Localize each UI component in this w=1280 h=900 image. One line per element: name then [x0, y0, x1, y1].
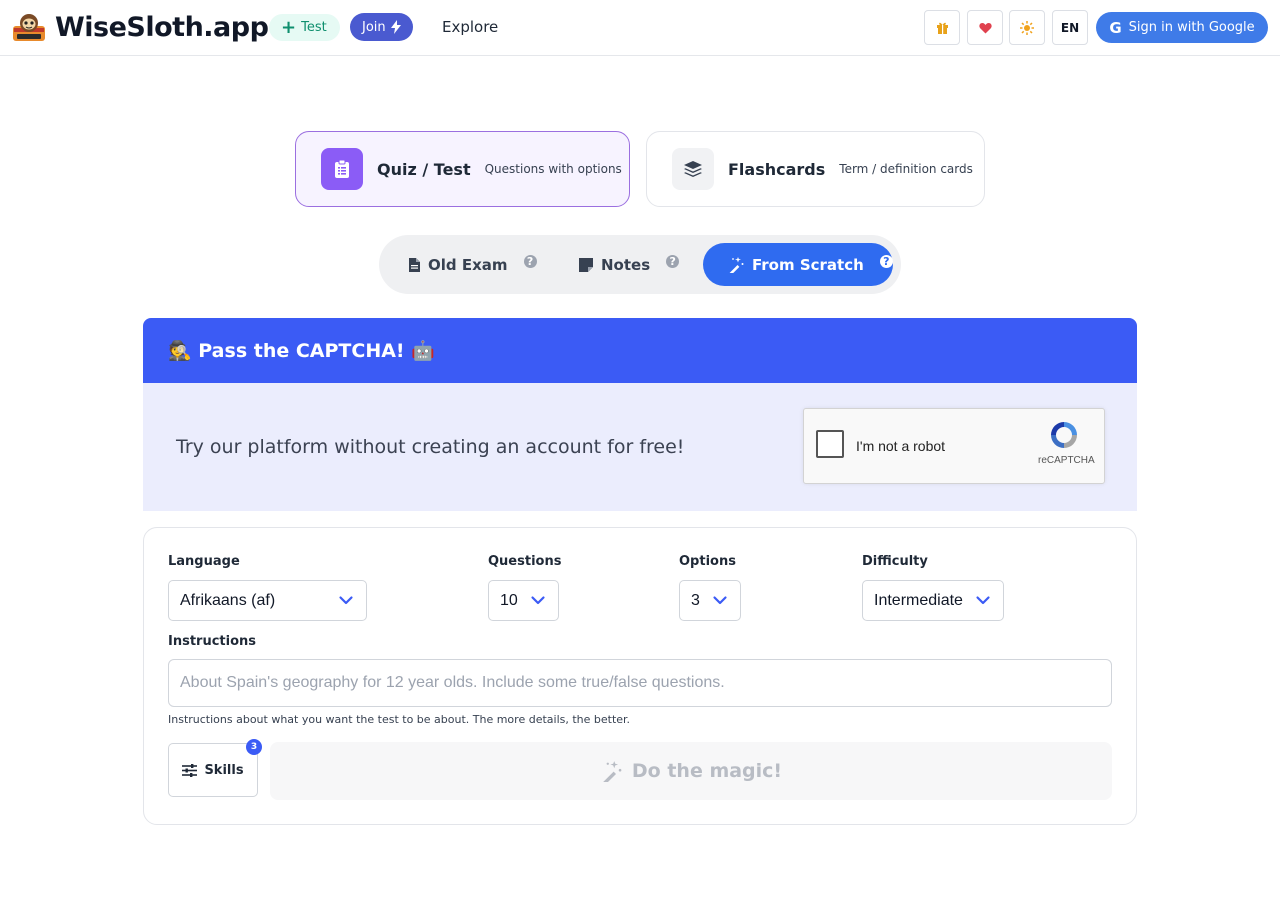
options-select[interactable]: 3	[679, 580, 741, 621]
tab-label: Notes	[601, 255, 651, 274]
captcha-heading: 🕵️ Pass the CAPTCHA! 🤖	[143, 318, 1137, 383]
help-icon[interactable]: ?	[523, 255, 537, 268]
google-signin-label: Sign in with Google	[1128, 20, 1255, 35]
questions-label: Questions	[488, 554, 562, 569]
clipboard-icon	[321, 148, 363, 190]
source-tabs: Old Exam ? Notes ? From Scratch ?	[379, 235, 901, 294]
type-card-flashcards[interactable]: Flashcards Term / definition cards	[646, 131, 985, 207]
brand-name[interactable]: WiseSloth.app	[55, 12, 269, 43]
favorites-button[interactable]	[967, 10, 1003, 45]
new-test-button[interactable]: + Test	[269, 14, 340, 41]
difficulty-label: Difficulty	[862, 554, 928, 569]
questions-value: 10	[500, 591, 518, 609]
chevron-down-icon	[339, 596, 353, 605]
gift-button[interactable]	[924, 10, 960, 45]
instructions-help: Instructions about what you want the tes…	[168, 713, 631, 726]
questions-select[interactable]: 10	[488, 580, 559, 621]
join-button[interactable]: Join	[350, 13, 413, 41]
recaptcha-label: I'm not a robot	[856, 438, 946, 454]
google-signin-button[interactable]: G Sign in with Google	[1096, 12, 1268, 43]
difficulty-value: Intermediate	[874, 591, 963, 609]
chevron-down-icon	[976, 596, 990, 605]
recaptcha-widget: I'm not a robot reCAPTCHA	[803, 408, 1105, 484]
tab-label: From Scratch	[752, 255, 864, 274]
card-title: Flashcards	[728, 159, 826, 179]
sun-icon	[1020, 20, 1034, 35]
recaptcha-checkbox[interactable]	[816, 430, 844, 458]
navbar: WiseSloth.app + Test Join Explore EN G S…	[0, 0, 1280, 56]
recaptcha-brand: reCAPTCHA	[1038, 455, 1095, 466]
explore-link[interactable]: Explore	[442, 18, 498, 36]
skills-label: Skills	[204, 762, 244, 778]
language-label: Language	[168, 554, 240, 569]
card-subtitle: Term / definition cards	[839, 162, 973, 176]
tab-label: Old Exam	[428, 255, 508, 274]
card-subtitle: Questions with options	[484, 162, 622, 176]
tab-notes[interactable]: Notes ?	[555, 243, 685, 286]
join-label: Join	[362, 19, 386, 35]
chevron-down-icon	[713, 596, 727, 605]
type-card-quiz[interactable]: Quiz / Test Questions with options	[295, 131, 630, 207]
generator-form: Language Afrikaans (af) Questions 10 Opt…	[143, 527, 1137, 825]
heart-icon	[978, 22, 992, 33]
magic-wand-icon	[602, 760, 622, 782]
recaptcha-logo-icon	[1051, 422, 1077, 448]
layers-icon	[672, 148, 714, 190]
language-value: Afrikaans (af)	[180, 591, 276, 609]
language-select[interactable]: Afrikaans (af)	[168, 580, 367, 621]
options-value: 3	[691, 591, 700, 609]
magic-wand-icon	[729, 256, 744, 273]
options-label: Options	[679, 554, 736, 569]
instructions-label: Instructions	[168, 634, 257, 649]
note-icon	[579, 257, 593, 272]
file-icon	[409, 257, 420, 272]
difficulty-select[interactable]: Intermediate	[862, 580, 1004, 621]
sliders-icon	[182, 763, 198, 777]
tab-old-exam[interactable]: Old Exam ?	[385, 243, 545, 286]
help-icon[interactable]: ?	[666, 255, 680, 268]
instructions-textarea[interactable]: About Spain's geography for 12 year olds…	[168, 659, 1112, 707]
language-switcher[interactable]: EN	[1052, 10, 1088, 45]
theme-toggle-button[interactable]	[1009, 10, 1045, 45]
new-test-label: Test	[301, 20, 327, 35]
skills-button[interactable]: Skills	[168, 743, 258, 797]
generate-button[interactable]: Do the magic!	[270, 742, 1112, 800]
generate-label: Do the magic!	[631, 760, 783, 782]
google-icon: G	[1109, 18, 1122, 37]
skills-count-badge: 3	[246, 739, 262, 755]
card-title: Quiz / Test	[377, 159, 471, 179]
gift-icon	[936, 22, 948, 34]
captcha-description: Try our platform without creating an acc…	[176, 436, 685, 458]
chevron-down-icon	[531, 596, 545, 605]
plus-icon: +	[281, 16, 297, 38]
help-icon[interactable]: ?	[879, 255, 893, 268]
bolt-icon	[390, 20, 401, 34]
tab-from-scratch[interactable]: From Scratch ?	[703, 243, 893, 286]
captcha-panel: Try our platform without creating an acc…	[143, 383, 1137, 511]
sloth-logo-icon[interactable]	[11, 12, 47, 44]
